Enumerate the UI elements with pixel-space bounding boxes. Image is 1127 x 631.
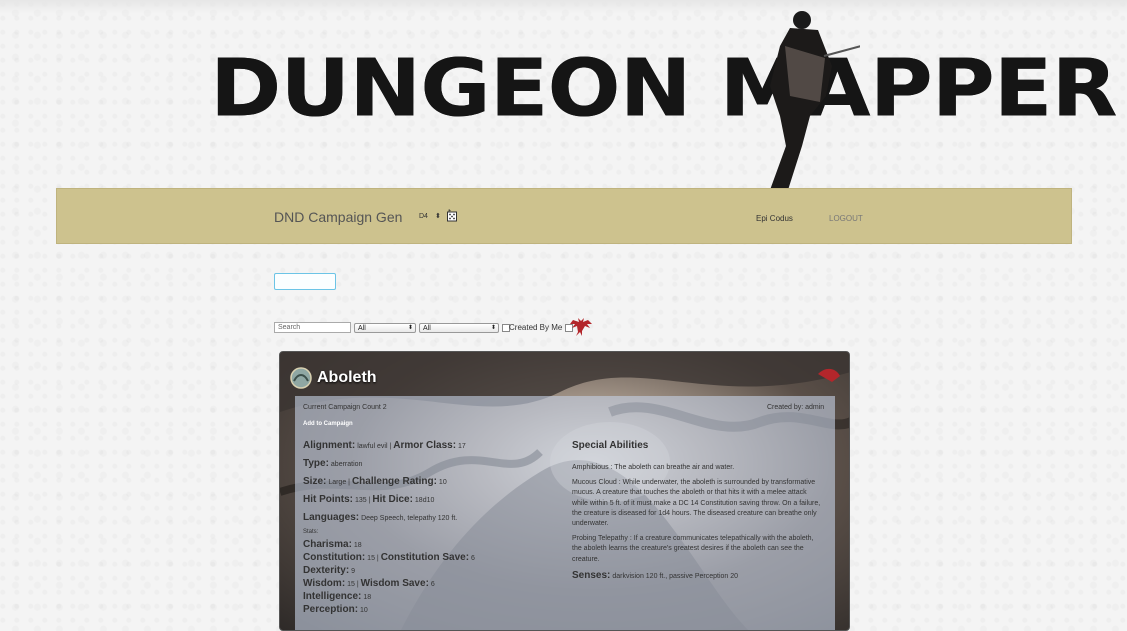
user-link[interactable]: Epi Codus: [756, 214, 793, 223]
ability-amphibious: Amphibious : The aboleth can breathe air…: [572, 464, 735, 471]
size-row: Size: Large | Challenge Rating: 10: [303, 476, 447, 487]
select-arrow-icon: ⬍: [434, 213, 441, 220]
dexterity-row: Dexterity: 9: [303, 565, 356, 576]
dice-select[interactable]: D4 ⬍: [419, 212, 441, 220]
ability-mucous-cloud: Mucous Cloud : While underwater, the abo…: [572, 479, 821, 528]
search-input[interactable]: Search: [274, 322, 351, 333]
wisdom-row: Wisdom: 15 | Wisdom Save: 6: [303, 578, 435, 589]
warrior-figure-icon: [770, 11, 860, 190]
ability-probing-telepathy: Probing Telepathy : If a creature commun…: [572, 535, 814, 563]
constitution-row: Constitution: 15 | Constitution Save: 6: [303, 552, 475, 563]
filter-select-1[interactable]: All ⬍: [354, 323, 416, 333]
dice-icon[interactable]: [447, 209, 457, 222]
monster-portrait-icon: [290, 367, 312, 389]
senses-row: Senses: darkvision 120 ft., passive Perc…: [572, 570, 739, 581]
alignment-row: Alignment: lawful evil | Armor Class: 17: [303, 440, 466, 451]
brand-title[interactable]: DND Campaign Gen: [274, 209, 402, 225]
filter-select-2[interactable]: All ⬍: [419, 323, 499, 333]
type-row: Type: aberration: [303, 458, 363, 469]
monster-card: Aboleth Current Campaign Count 2 Created…: [279, 351, 850, 631]
top-navbar: DND Campaign Gen D4 ⬍ Epi Codus LOGOUT: [56, 188, 1072, 244]
logout-link[interactable]: LOGOUT: [829, 214, 863, 223]
select-arrow-icon: ⬍: [407, 325, 413, 331]
languages-row: Languages: Deep Speech, telepathy 120 ft…: [303, 512, 458, 523]
monster-details-panel: Current Campaign Count 2 Created by: adm…: [295, 396, 835, 630]
filter-select-2-value: All: [423, 325, 431, 332]
stats-label: Stats:: [303, 529, 319, 535]
charisma-row: Charisma: 18: [303, 539, 362, 550]
dice-select-value: D4: [419, 213, 428, 220]
campaign-count: Current Campaign Count 2: [303, 404, 387, 411]
created-by-me-label: Created By Me: [509, 323, 563, 332]
filter-select-1-value: All: [358, 325, 366, 332]
perception-row: Perception: 10: [303, 604, 368, 615]
created-by: Created by: admin: [767, 404, 825, 411]
monster-name: Aboleth: [317, 369, 377, 386]
add-to-campaign-button[interactable]: Add to Campaign: [303, 421, 353, 427]
intelligence-row: Intelligence: 18: [303, 591, 372, 602]
special-abilities-title: Special Abilities: [572, 440, 649, 451]
site-logo[interactable]: DUNGEON MAPPER: [200, 0, 1118, 190]
select-arrow-icon: ⬍: [490, 325, 496, 331]
new-monster-button[interactable]: [274, 273, 336, 290]
dragon-icon[interactable]: [570, 318, 592, 336]
hp-row: Hit Points: 135 | Hit Dice: 18d10: [303, 494, 435, 505]
